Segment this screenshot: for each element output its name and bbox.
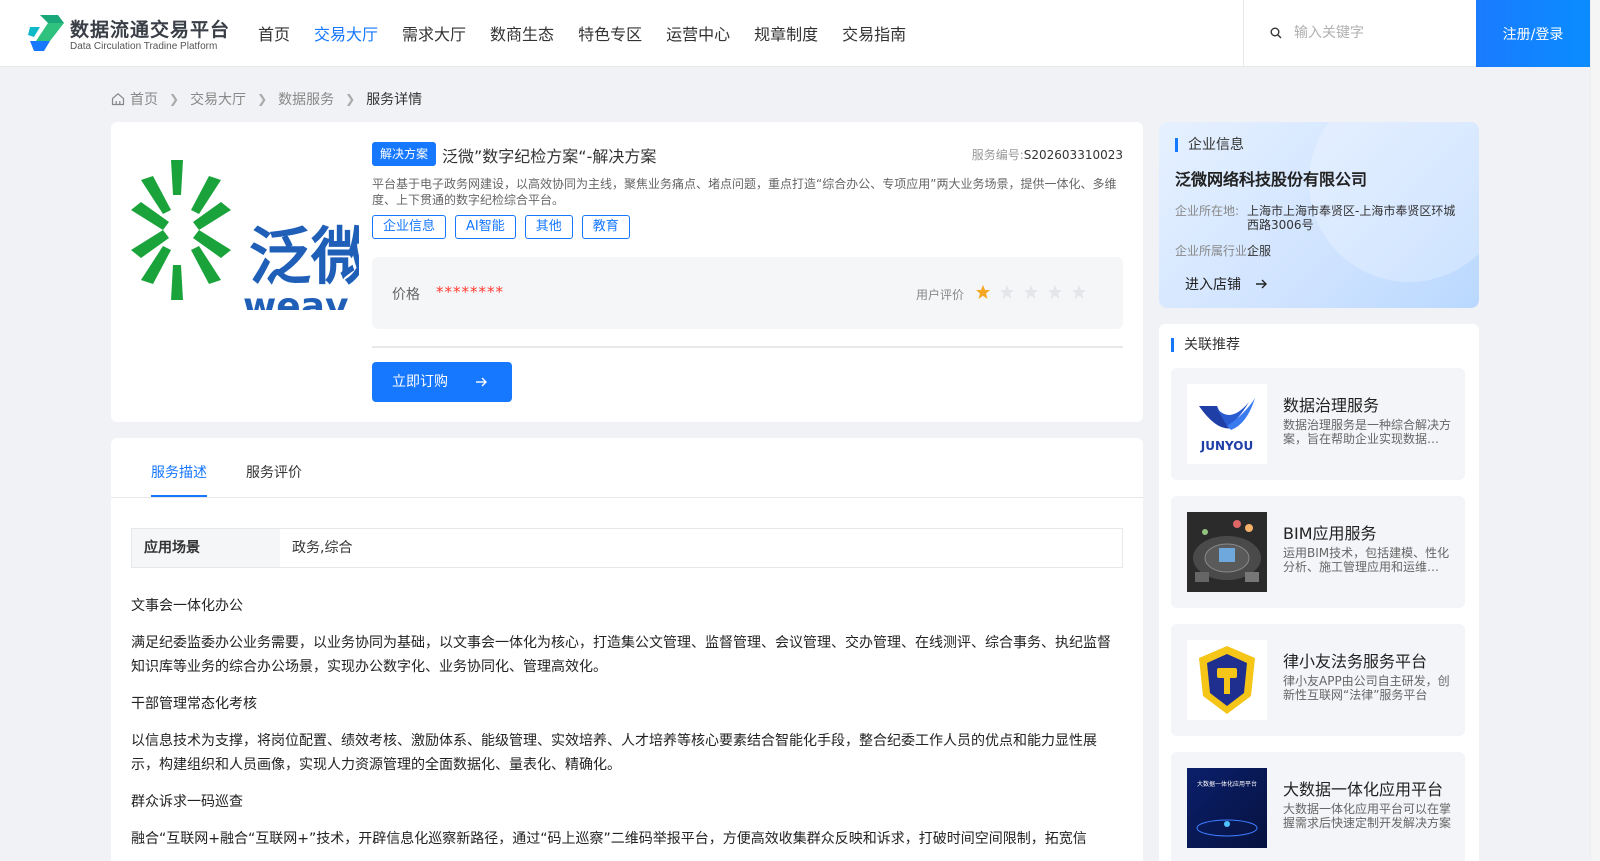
breadcrumb-service-detail: 服务详情 [366,92,423,108]
search-input[interactable] [1294,20,1464,46]
enterprise-info-card: 企业信息 泛微网络科技股份有限公司 企业所在地: 上海市上海市奉贤区-上海市奉贤区… [1159,122,1479,308]
rating-label: 用户评价 [916,288,965,302]
service-number: 服务编号:S202603310023 [971,148,1123,162]
price-value: ******** [436,283,504,301]
nav-trading-hall[interactable]: 交易大厅 [314,0,378,67]
divider [372,346,1123,348]
login-register-button[interactable]: 注册/登录 [1476,0,1590,67]
tag-enterprise-info[interactable]: 企业信息 [372,215,447,239]
chevron-right-icon: ❯ [257,92,268,106]
recommend-desc: 律小友APP由公司自主研发，创新性互联网“法律”服务平台 [1283,674,1450,702]
recommend-title: BIM应用服务 [1283,524,1377,543]
scene-value: 政务,综合 [292,540,353,556]
breadcrumb-data-service[interactable]: 数据服务 [278,89,334,109]
content-paragraph: 融合“互联网+融合“互联网+”技术，开辟信息化巡察新路径，通过“码上巡察”二维码… [131,831,1087,847]
shield-gavel-icon [1187,640,1267,720]
enterprise-industry: 企业所属行业: 企服 [1175,244,1272,258]
service-logo-image: 泛微 weav [131,150,359,310]
page-scrollbar[interactable] [1590,0,1600,861]
logo-mark-icon [28,15,64,51]
arrow-right-icon [476,377,487,387]
weaver-logo-icon: 泛微 weav [131,160,359,310]
nav-regulations[interactable]: 规章制度 [754,0,818,67]
svg-text:泛微: 泛微 [249,220,359,293]
nav-ecosystem[interactable]: 数商生态 [490,0,554,67]
related-recommendations: 关联推荐 JUNYOU 数据治理服务 数据治理服务是一种综合解决方案，旨在帮助企… [1159,324,1479,861]
enter-shop-link[interactable]: 进入店铺 [1185,274,1268,294]
svg-text:JUNYOU: JUNYOU [1200,439,1253,453]
content-heading: 群众诉求一码巡查 [131,794,243,810]
enterprise-name: 泛微网络科技股份有限公司 [1175,170,1368,189]
service-type-badge: 解决方案 [372,142,437,166]
service-summary-card: 泛微 weav 解决方案 泛微”数字纪检方案“-解决方案 服务编号:S20260… [111,122,1143,422]
main-nav: 首页 交易大厅 需求大厅 数商生态 特色专区 运营中心 规章制度 交易指南 [258,0,930,67]
recommend-desc: 运用BIM技术，包括建模、性化分析、施工管理应用和运维管理等服务 [1283,546,1451,574]
service-detail-card: 服务描述 服务评价 应用场景 政务,综合 文事会一体化办公 满足纪委监委办公业务… [111,438,1143,861]
arrow-right-icon [1256,279,1268,289]
service-tags: 企业信息 AI智能 其他 教育 [372,215,639,239]
tag-other[interactable]: 其他 [524,215,573,239]
order-now-label: 立即订购 [392,374,448,390]
breadcrumb: 首页 ❯ 交易大厅 ❯ 数据服务 ❯ 服务详情 [111,89,422,109]
nav-operation-center[interactable]: 运营中心 [666,0,730,67]
star-empty-icon[interactable] [1023,284,1039,300]
nav-home[interactable]: 首页 [258,0,290,67]
content-paragraph: 以信息技术为支撑，将岗位配置、绩效考核、激励体系、能级管理、实效培养、人才培养等… [131,733,1097,773]
breadcrumb-trading-hall[interactable]: 交易大厅 [190,89,246,109]
rating-stars [975,284,1095,300]
recommend-desc: 数据治理服务是一种综合解决方案，旨在帮助企业实现数据资产的有效管理 [1283,418,1451,446]
content-heading: 文事会一体化办公 [131,598,243,614]
recommend-item[interactable]: BIM应用服务 运用BIM技术，包括建模、性化分析、施工管理应用和运维管理等服务 [1171,496,1465,608]
recommend-item[interactable]: 律小友法务服务平台 律小友APP由公司自主研发，创新性互联网“法律”服务平台 [1171,624,1465,736]
logo-title: 数据流通交易平台 [70,19,231,41]
detail-tabs: 服务描述 服务评价 [111,438,1143,498]
chevron-right-icon: ❯ [345,92,356,106]
recommend-title: 律小友法务服务平台 [1283,652,1428,671]
tab-service-description[interactable]: 服务描述 [151,462,207,497]
service-description: 平台基于电子政务网建设，以高效协同为主线，聚焦业务痛点、堵点问题，重点打造“综合… [372,177,1117,207]
search-icon[interactable] [1270,27,1282,39]
recommend-title: 大数据一体化应用平台 [1283,780,1444,799]
logo-subtitle: Data Circulation Tradine Platform [70,41,218,52]
star-filled-icon[interactable] [975,284,991,300]
breadcrumb-home[interactable]: 首页 [130,89,158,109]
star-empty-icon[interactable] [1047,284,1063,300]
star-empty-icon[interactable] [999,284,1015,300]
tag-ai[interactable]: AI智能 [455,215,516,239]
nav-special-zone[interactable]: 特色专区 [578,0,642,67]
enterprise-location: 企业所在地: 上海市上海市奉贤区-上海市奉贤区环城西路3006号 [1175,204,1456,232]
bigdata-cover-image: 大数据一体化应用平台 [1187,768,1267,848]
description-content: 文事会一体化办公 满足纪委监委办公业务需要，以业务协同为基础，以文事会一体化为核… [131,594,1123,861]
home-icon [111,93,125,106]
service-title: 泛微”数字纪检方案“-解决方案 [442,147,657,166]
svg-text:大数据一体化应用平台: 大数据一体化应用平台 [1197,780,1257,788]
price-panel: 价格 ******** 用户评价 [372,257,1123,329]
price-label: 价格 [392,287,420,303]
recommend-section-title: 关联推荐 [1171,338,1240,352]
recommend-item[interactable]: JUNYOU 数据治理服务 数据治理服务是一种综合解决方案，旨在帮助企业实现数据… [1171,368,1465,480]
tab-service-review[interactable]: 服务评价 [246,462,302,495]
svg-text:weav: weav [243,286,348,310]
nav-guide[interactable]: 交易指南 [842,0,906,67]
top-header: 数据流通交易平台 Data Circulation Tradine Platfo… [0,0,1590,67]
scene-key: 应用场景 [132,529,280,567]
recommend-item[interactable]: 大数据一体化应用平台 大数据一体化应用平台 大数据一体化应用平台可以在掌握需求后… [1171,752,1465,861]
tag-education[interactable]: 教育 [581,215,630,239]
star-empty-icon[interactable] [1071,284,1087,300]
enterprise-section-title: 企业信息 [1175,138,1244,152]
application-scene-table: 应用场景 政务,综合 [131,528,1123,568]
platform-logo[interactable]: 数据流通交易平台 Data Circulation Tradine Platfo… [28,13,231,55]
chevron-right-icon: ❯ [169,92,180,106]
junyou-logo-icon: JUNYOU [1187,384,1267,464]
recommend-desc: 大数据一体化应用平台可以在掌握需求后快速定制开发解决方案 [1283,802,1451,830]
nav-demand-hall[interactable]: 需求大厅 [402,0,466,67]
recommend-title: 数据治理服务 [1283,396,1380,415]
search-box [1243,0,1476,67]
content-paragraph: 满足纪委监委办公业务需要，以业务协同为基础，以文事会一体化为核心，打造集公文管理… [131,635,1111,675]
bim-render-image [1187,512,1267,592]
order-now-button[interactable]: 立即订购 [372,362,512,402]
content-heading: 干部管理常态化考核 [131,696,257,712]
